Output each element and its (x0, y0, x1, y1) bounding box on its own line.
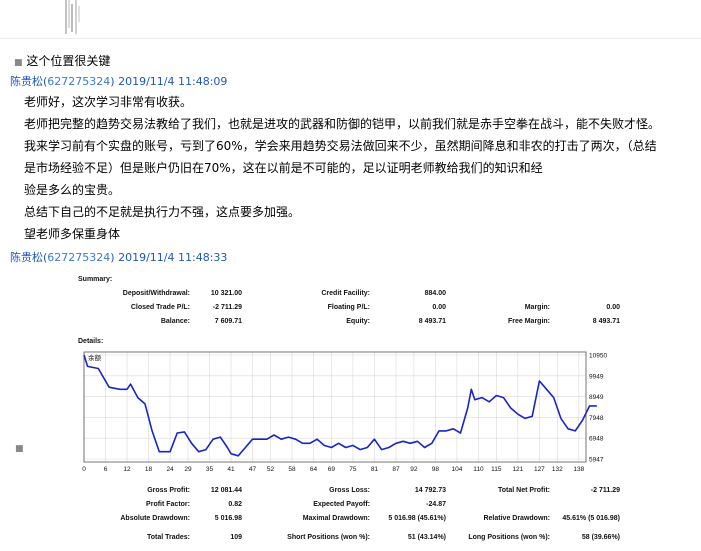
bullet-icon: ■ (15, 444, 24, 454)
bullet-icon: ■ (14, 58, 23, 68)
x-tick-label: 6 (104, 466, 108, 473)
gross-profit-value: 12 081.44 (210, 487, 242, 494)
x-tick-label: 75 (349, 466, 357, 473)
rel-drawdown-value: 45.61% (5 016.98) (562, 515, 620, 522)
net-profit-label: Total Net Profit: (498, 487, 550, 494)
x-tick-label: 69 (328, 466, 336, 473)
sender-qq[interactable]: 627275324 (47, 251, 110, 264)
margin-label: Margin: (524, 304, 550, 311)
free-margin-label: Free Margin: (507, 318, 550, 325)
y-tick-label: 7948 (589, 415, 604, 422)
y-tick-label: 6948 (589, 436, 604, 443)
x-tick-label: 35 (206, 466, 214, 473)
deposit-label: Deposit/Withdrawal: (122, 290, 190, 297)
gross-profit-label: Gross Profit: (147, 487, 190, 494)
statement-image[interactable]: Summary: Deposit/Withdrawal: 10 321.00 C… (74, 268, 640, 551)
x-axis-ticks: 0 6 12 18 24 29 35 41 47 52 58 64 69 75 81 87 92 98 104 110… (82, 466, 584, 473)
closed-pl-value: -2 711.29 (212, 304, 242, 311)
equity-value: 8 493.71 (418, 318, 446, 325)
y-tick-label: 10950 (589, 353, 607, 360)
y-tick-label: 8949 (589, 394, 604, 401)
message-line: 我来学习前有个实盘的账号，亏到了60%，学会来用趋势交易法做回来不少，虽然期间降… (24, 139, 657, 153)
x-tick-label: 29 (184, 466, 192, 473)
x-tick-label: 12 (123, 466, 131, 473)
abs-drawdown-value: 5 016.98 (214, 515, 242, 522)
credit-value: 884.00 (424, 290, 446, 297)
message-header: 陈贵松(627275324) 2019/11/4 11:48:33 (10, 251, 228, 264)
balance-label: Balance: (160, 318, 190, 325)
x-tick-label: 115 (491, 466, 502, 473)
x-tick-label: 110 (473, 466, 484, 473)
closed-pl-label: Closed Trade P/L: (130, 304, 190, 311)
sender-name[interactable]: 陈贵松 (10, 251, 43, 264)
chart-legend: 余额 (88, 353, 102, 362)
x-tick-label: 121 (512, 466, 523, 473)
max-drawdown-label: Maximal Drawdown: (302, 515, 370, 522)
deposit-value: 10 321.00 (210, 290, 242, 297)
message-timestamp: 2019/11/4 11:48:09 (118, 75, 228, 88)
short-positions-label: Short Positions (won %): (287, 534, 370, 541)
x-tick-label: 98 (432, 466, 440, 473)
profit-factor-value: 0.82 (228, 501, 242, 508)
x-tick-label: 0 (82, 466, 86, 473)
x-tick-label: 52 (267, 466, 275, 473)
message-line: 验是多么的宝贵。 (24, 183, 121, 197)
x-tick-label: 41 (227, 466, 235, 473)
x-tick-label: 87 (392, 466, 400, 473)
message-line: 老师把完整的趋势交易法教给了我们，也就是进攻的武器和防御的铠甲，以前我们就是赤手… (24, 117, 661, 131)
sender-qq[interactable]: 627275324 (47, 75, 110, 88)
free-margin-value: 8 493.71 (592, 318, 620, 325)
message-line: 望老师多保重身体 (24, 227, 121, 241)
x-tick-label: 132 (552, 466, 563, 473)
previous-image-fragment[interactable] (64, 0, 82, 34)
max-drawdown-value: 5 016.98 (45.61%) (388, 515, 446, 522)
message-line: 老师好，这次学习非常有收获。 (24, 95, 193, 109)
margin-value: 0.00 (606, 304, 620, 311)
short-positions-value: 51 (43.14%) (407, 534, 446, 541)
image-divider (0, 38, 701, 39)
message-body: 老师好，这次学习非常有收获。 老师把完整的趋势交易法教给了我们，也就是进攻的武器… (24, 94, 660, 248)
total-trades-value: 109 (230, 534, 242, 541)
y-tick-label: 9949 (589, 373, 604, 380)
summary-title: Summary: (78, 276, 113, 283)
long-positions-label: Long Positions (won %): (468, 534, 550, 541)
net-profit-value: -2 711.29 (590, 487, 620, 494)
prev-message-text: 这个位置很关键 (26, 54, 111, 68)
gross-loss-value: 14 792.73 (414, 487, 446, 494)
message-timestamp: 2019/11/4 11:48:33 (118, 251, 228, 264)
abs-drawdown-label: Absolute Drawdown: (120, 515, 190, 522)
x-tick-label: 104 (451, 466, 462, 473)
x-tick-label: 81 (371, 466, 379, 473)
floating-pl-label: Floating P/L: (327, 304, 370, 311)
expected-payoff-label: Expected Payoff: (313, 501, 370, 508)
long-positions-value: 58 (39.66%) (581, 534, 620, 541)
total-trades-label: Total Trades: (146, 534, 190, 541)
equity-label: Equity: (346, 318, 370, 325)
floating-pl-value: 0.00 (432, 304, 446, 311)
message-header: 陈贵松(627275324) 2019/11/4 11:48:09 (10, 75, 228, 88)
x-tick-label: 127 (534, 466, 545, 473)
x-tick-label: 138 (573, 466, 584, 473)
x-tick-label: 24 (166, 466, 174, 473)
prev-message: ■ 这个位置很关键 (14, 53, 110, 72)
balance-line (83, 354, 597, 457)
message-line: 总结下自己的不足就是执行力不强，这点要多加强。 (24, 205, 301, 219)
expected-payoff-value: -24.87 (426, 501, 446, 508)
rel-drawdown-label: Relative Drawdown: (483, 515, 550, 522)
y-tick-label: 5947 (589, 457, 604, 464)
message-line: 是市场经验不足）但是账户仍旧在70%，这在以前是不可能的，足以证明老师教给我们的… (24, 161, 543, 175)
balance-chart: 余额 0 6 12 18 24 29 35 41 47 52 58 64 69 75 81 87 92 98 104… (82, 351, 607, 473)
credit-label: Credit Facility: (321, 290, 370, 297)
y-axis-ticks: 10950 9949 8949 7948 6948 5947 (589, 353, 607, 464)
profit-factor-label: Profit Factor: (146, 501, 190, 508)
gross-loss-label: Gross Loss: (329, 487, 370, 494)
x-tick-label: 92 (410, 466, 418, 473)
x-tick-label: 58 (288, 466, 296, 473)
x-tick-label: 18 (145, 466, 153, 473)
x-tick-label: 47 (249, 466, 257, 473)
details-title: Details: (78, 338, 104, 345)
sender-name[interactable]: 陈贵松 (10, 75, 43, 88)
balance-value: 7 609.71 (214, 318, 242, 325)
x-tick-label: 64 (310, 466, 318, 473)
